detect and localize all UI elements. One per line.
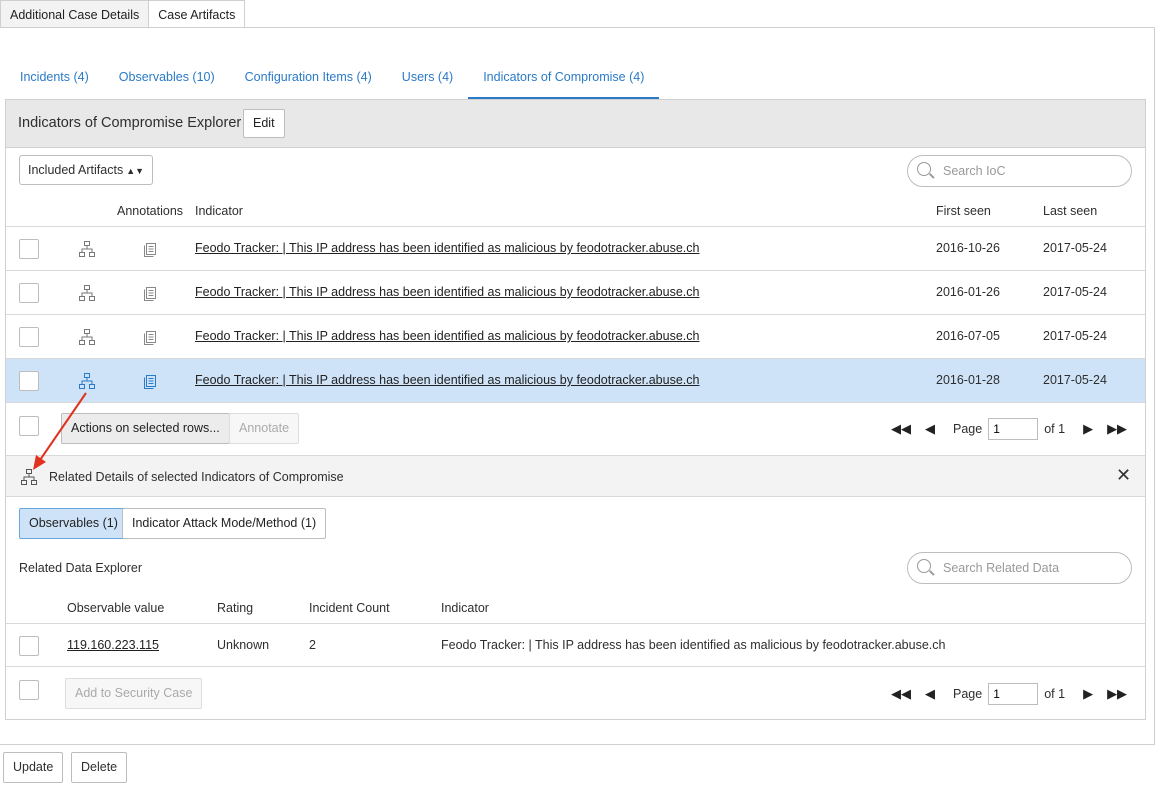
- annotate-button[interactable]: Annotate: [229, 413, 300, 444]
- indicator-link[interactable]: Feodo Tracker: | This IP address has bee…: [195, 285, 699, 299]
- add-to-security-case-button[interactable]: Add to Security Case: [65, 678, 203, 709]
- select-all-checkbox[interactable]: [19, 680, 39, 700]
- observable-value-link[interactable]: 119.160.223.115: [67, 638, 159, 652]
- ioc-explorer-panel: Indicators of Compromise Explorer Edit I…: [5, 99, 1146, 720]
- column-observable-value[interactable]: Observable value: [67, 601, 164, 615]
- last-page-icon[interactable]: ▶▶: [1107, 421, 1127, 437]
- tab-indicator-attack-mode[interactable]: Indicator Attack Mode/Method (1): [122, 508, 327, 539]
- included-artifacts-select[interactable]: Included Artifacts ▲▼: [19, 155, 154, 185]
- hierarchy-icon[interactable]: [79, 329, 95, 345]
- page-label: Page: [953, 687, 983, 701]
- related-details-header: Related Details of selected Indicators o…: [6, 455, 1145, 497]
- actions-on-selected-rows-button[interactable]: Actions on selected rows...: [61, 413, 230, 444]
- tab-incidents[interactable]: Incidents (4): [5, 60, 104, 100]
- hierarchy-icon[interactable]: [79, 241, 95, 257]
- indicator-link[interactable]: Feodo Tracker: | This IP address has bee…: [195, 329, 699, 343]
- next-page-icon[interactable]: ▶: [1083, 421, 1093, 437]
- indicator-link[interactable]: Feodo Tracker: | This IP address has bee…: [195, 241, 699, 255]
- sort-arrows-icon: ▲▼: [126, 166, 145, 176]
- table-row[interactable]: Feodo Tracker: | This IP address has bee…: [6, 314, 1145, 358]
- top-tabs: Additional Case Details Case Artifacts: [0, 0, 246, 28]
- related-pager: ◀◀ ◀ Page of 1 ▶ ▶▶: [891, 683, 1127, 705]
- close-icon[interactable]: ✕: [1116, 465, 1131, 486]
- tab-case-artifacts[interactable]: Case Artifacts: [148, 0, 246, 28]
- column-last-seen[interactable]: Last seen: [1043, 204, 1097, 218]
- actions-row: Actions on selected rows... Annotate ◀◀ …: [6, 402, 1145, 455]
- tab-indicators-of-compromise[interactable]: Indicators of Compromise (4): [468, 60, 660, 100]
- column-annotations: Annotations: [117, 204, 184, 218]
- related-data-explorer-title: Related Data Explorer: [19, 561, 142, 575]
- explorer-header: Indicators of Compromise Explorer Edit: [6, 100, 1145, 148]
- tab-related-observables[interactable]: Observables (1): [19, 508, 128, 539]
- last-seen-value: 2017-05-24: [1043, 241, 1107, 255]
- column-incident-count[interactable]: Incident Count: [309, 601, 390, 615]
- search-placeholder: Search IoC: [943, 164, 1006, 178]
- delete-button[interactable]: Delete: [71, 752, 128, 783]
- related-actions-row: Add to Security Case ◀◀ ◀ Page of 1 ▶ ▶▶: [6, 666, 1145, 720]
- related-details-title: Related Details of selected Indicators o…: [49, 470, 344, 484]
- search-icon: [917, 559, 931, 573]
- column-first-seen[interactable]: First seen: [936, 204, 991, 218]
- row-checkbox[interactable]: [19, 636, 39, 656]
- first-page-icon[interactable]: ◀◀: [891, 686, 911, 702]
- table-row[interactable]: Feodo Tracker: | This IP address has bee…: [6, 226, 1145, 270]
- hierarchy-icon[interactable]: [79, 373, 95, 389]
- row-checkbox[interactable]: [19, 327, 39, 347]
- table-row-selected[interactable]: Feodo Tracker: | This IP address has bee…: [6, 358, 1145, 402]
- first-seen-value: 2016-01-26: [936, 285, 1000, 299]
- last-seen-value: 2017-05-24: [1043, 285, 1107, 299]
- annotation-icon[interactable]: [143, 373, 159, 389]
- rating-value: Unknown: [217, 638, 270, 652]
- search-icon: [917, 162, 931, 176]
- column-rating[interactable]: Rating: [217, 601, 253, 615]
- tab-configuration-items[interactable]: Configuration Items (4): [230, 60, 387, 100]
- page-number-input[interactable]: [988, 683, 1039, 705]
- last-page-icon[interactable]: ▶▶: [1107, 686, 1127, 702]
- next-page-icon[interactable]: ▶: [1083, 686, 1093, 702]
- row-checkbox[interactable]: [19, 371, 39, 391]
- page-total-label: of 1: [1044, 687, 1066, 701]
- column-related-indicator[interactable]: Indicator: [441, 601, 489, 615]
- search-ioc-input[interactable]: Search IoC: [907, 155, 1132, 187]
- annotation-icon[interactable]: [143, 285, 159, 301]
- ioc-pager: ◀◀ ◀ Page of 1 ▶ ▶▶: [891, 418, 1127, 440]
- select-value: Included Artifacts: [28, 163, 124, 177]
- column-indicator[interactable]: Indicator: [195, 204, 243, 218]
- annotation-icon[interactable]: [143, 329, 159, 345]
- table-row[interactable]: Feodo Tracker: | This IP address has bee…: [6, 270, 1145, 314]
- first-seen-value: 2016-10-26: [936, 241, 1000, 255]
- search-related-data-input[interactable]: Search Related Data: [907, 552, 1132, 584]
- indicator-link[interactable]: Feodo Tracker: | This IP address has bee…: [195, 373, 699, 387]
- hierarchy-icon[interactable]: [79, 285, 95, 301]
- hierarchy-icon: [21, 469, 37, 485]
- artifact-tabs: Incidents (4) Observables (10) Configura…: [5, 60, 660, 100]
- table-row[interactable]: 119.160.223.115 Unknown 2 Feodo Tracker:…: [6, 623, 1145, 666]
- row-checkbox[interactable]: [19, 239, 39, 259]
- edit-button[interactable]: Edit: [243, 109, 285, 138]
- tab-observables[interactable]: Observables (10): [104, 60, 230, 100]
- search-placeholder: Search Related Data: [943, 561, 1060, 575]
- incident-count-value: 2: [309, 638, 316, 652]
- row-checkbox[interactable]: [19, 283, 39, 303]
- prev-page-icon[interactable]: ◀: [925, 686, 935, 702]
- related-indicator-value: Feodo Tracker: | This IP address has bee…: [441, 638, 946, 652]
- prev-page-icon[interactable]: ◀: [925, 421, 935, 437]
- explorer-title: Indicators of Compromise Explorer: [18, 115, 242, 131]
- page-label: Page: [953, 422, 983, 436]
- last-seen-value: 2017-05-24: [1043, 329, 1107, 343]
- first-page-icon[interactable]: ◀◀: [891, 421, 911, 437]
- last-seen-value: 2017-05-24: [1043, 373, 1107, 387]
- select-all-checkbox[interactable]: [19, 416, 39, 436]
- page-total-label: of 1: [1044, 422, 1066, 436]
- update-button[interactable]: Update: [3, 752, 64, 783]
- tab-users[interactable]: Users (4): [387, 60, 468, 100]
- annotation-icon[interactable]: [143, 241, 159, 257]
- first-seen-value: 2016-07-05: [936, 329, 1000, 343]
- page-number-input[interactable]: [988, 418, 1039, 440]
- first-seen-value: 2016-01-28: [936, 373, 1000, 387]
- tab-additional-case-details[interactable]: Additional Case Details: [0, 0, 150, 28]
